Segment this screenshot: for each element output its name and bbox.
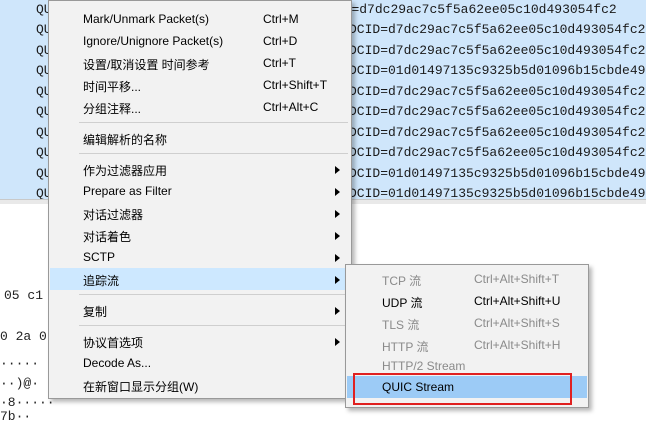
menu-item-packet-comment[interactable]: 分组注释... Ctrl+Alt+C	[50, 96, 350, 118]
packet-info: DCID=01d01497135c9325b5d01096b15cbde49	[349, 186, 646, 200]
menu-item-time-reference[interactable]: 设置/取消设置 时间参考 Ctrl+T	[50, 52, 350, 74]
hex-line: 7b··	[0, 409, 32, 424]
menu-separator	[79, 294, 348, 295]
menu-item-mark-packet[interactable]: Mark/Unmark Packet(s) Ctrl+M	[50, 8, 350, 30]
submenu-arrow-icon	[335, 307, 340, 315]
submenu-item-tls-stream[interactable]: TLS 流 Ctrl+Alt+Shift+S	[347, 312, 587, 334]
menu-item-colorize-conversation[interactable]: 对话着色	[50, 224, 350, 246]
packet-info: DCID=01d01497135c9325b5d01096b15cbde49	[349, 63, 646, 78]
hex-line: 0 2a 0	[0, 329, 47, 344]
submenu-arrow-icon	[335, 166, 340, 174]
packet-info: DCID=d7dc29ac7c5f5a62ee05c10d493054fc2	[349, 84, 646, 99]
menu-item-protocol-preferences[interactable]: 协议首选项	[50, 330, 350, 352]
submenu-arrow-icon	[335, 254, 340, 262]
menu-item-sctp[interactable]: SCTP	[50, 246, 350, 268]
submenu-arrow-icon	[335, 232, 340, 240]
hex-line: ·8·····	[0, 395, 55, 410]
menu-item-decode-as[interactable]: Decode As...	[50, 352, 350, 374]
packet-info: DCID=d7dc29ac7c5f5a62ee05c10d493054fc2	[349, 22, 646, 37]
packet-info: DCID=d7dc29ac7c5f5a62ee05c10d493054fc2	[349, 145, 646, 160]
submenu-arrow-icon	[335, 188, 340, 196]
menu-item-follow-stream[interactable]: 追踪流	[50, 268, 350, 290]
menu-item-ignore-packet[interactable]: Ignore/Unignore Packet(s) Ctrl+D	[50, 30, 350, 52]
packet-info: DCID=d7dc29ac7c5f5a62ee05c10d493054fc2	[349, 43, 646, 58]
menu-item-edit-resolved-name[interactable]: 编辑解析的名称	[50, 127, 350, 149]
menu-separator	[79, 153, 348, 154]
menu-item-apply-as-filter[interactable]: 作为过滤器应用	[50, 158, 350, 180]
menu-item-prepare-as-filter[interactable]: Prepare as Filter	[50, 180, 350, 202]
packet-info: DCID=d7dc29ac7c5f5a62ee05c10d493054fc2	[349, 125, 646, 140]
submenu-arrow-icon	[335, 338, 340, 346]
menu-item-time-shift[interactable]: 时间平移... Ctrl+Shift+T	[50, 74, 350, 96]
submenu-item-http-stream[interactable]: HTTP 流 Ctrl+Alt+Shift+H	[347, 334, 587, 356]
hex-line: 05 c1	[4, 288, 44, 303]
packet-context-menu: Mark/Unmark Packet(s) Ctrl+M Ignore/Unig…	[48, 0, 352, 399]
menu-separator	[79, 325, 348, 326]
menu-item-copy[interactable]: 复制	[50, 299, 350, 321]
submenu-arrow-icon	[335, 276, 340, 284]
submenu-item-http2-stream[interactable]: HTTP/2 Stream	[347, 356, 587, 374]
annotation-highlight-box	[353, 373, 572, 405]
packet-info: DCID=d7dc29ac7c5f5a62ee05c10d493054fc2	[349, 104, 646, 119]
menu-item-show-in-new-window[interactable]: 在新窗口显示分组(W)	[50, 374, 350, 396]
menu-separator	[79, 122, 348, 123]
submenu-arrow-icon	[335, 210, 340, 218]
submenu-item-udp-stream[interactable]: UDP 流 Ctrl+Alt+Shift+U	[347, 290, 587, 312]
hex-line: ··)@·	[0, 376, 40, 391]
packet-info: DCID=01d01497135c9325b5d01096b15cbde49	[349, 166, 646, 181]
hex-line: ·····	[0, 356, 40, 371]
menu-item-conversation-filter[interactable]: 对话过滤器	[50, 202, 350, 224]
submenu-item-tcp-stream[interactable]: TCP 流 Ctrl+Alt+Shift+T	[347, 268, 587, 290]
